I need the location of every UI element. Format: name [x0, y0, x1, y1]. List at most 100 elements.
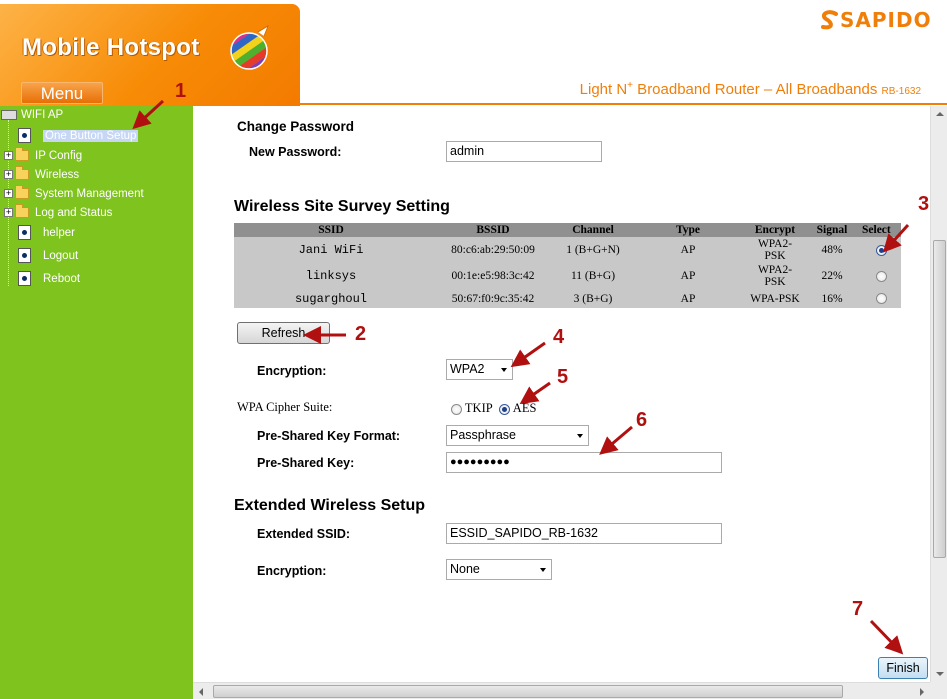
dropdown-arrow-icon — [501, 368, 507, 372]
sidebar-root-label: WIFI AP — [21, 109, 64, 121]
dropdown-arrow-icon — [577, 434, 583, 438]
extended-encryption-value: None — [450, 562, 480, 576]
tagline-main: Broadband Router – All Broadbands — [633, 81, 882, 98]
folder-icon — [15, 204, 29, 219]
computer-icon — [1, 109, 17, 120]
horizontal-scrollbar[interactable] — [193, 682, 930, 699]
scrollbar-corner — [930, 682, 947, 699]
new-password-input[interactable]: admin — [446, 141, 602, 162]
cell-select — [862, 263, 901, 289]
page-icon — [18, 225, 31, 241]
cell-channel: 1 (B+G+N) — [558, 237, 628, 263]
cell-type: AP — [628, 263, 748, 289]
survey-table: SSID BSSID Channel Type Encrypt Signal S… — [234, 223, 901, 308]
sidebar-item-label: Reboot — [43, 273, 81, 285]
sidebar-item-label: Logout — [43, 250, 79, 262]
sidebar-item-system-management[interactable]: + System Management — [4, 185, 144, 203]
cell-signal: 22% — [802, 263, 862, 289]
brand-title: Mobile Hotspot — [22, 34, 200, 61]
sapido-logo-text: SAPIDO — [840, 8, 932, 32]
cell-type: AP — [628, 289, 748, 308]
sidebar-root-wifi-ap[interactable]: WIFI AP — [1, 106, 63, 124]
sidebar-item-label: System Management — [35, 188, 144, 200]
vertical-scrollbar[interactable] — [930, 106, 947, 682]
col-signal: Signal — [802, 223, 862, 237]
tagline-model: RB-1632 — [881, 86, 921, 97]
annotation-2: 2 — [355, 323, 367, 345]
tagline: Light N+ Broadband Router – All Broadban… — [580, 80, 921, 98]
cell-channel: 11 (B+G) — [558, 263, 628, 289]
sidebar-nav: WIFI AP One Button Setup + IP Config + Wir… — [0, 106, 193, 699]
tree-connector — [8, 120, 9, 286]
psk-label: Pre-Shared Key: — [257, 456, 355, 470]
sidebar-item-log-and-status[interactable]: + Log and Status — [4, 204, 112, 222]
table-row: linksys 00:1e:e5:98:3c:42 11 (B+G) AP WP… — [234, 263, 901, 289]
folder-icon — [15, 185, 29, 200]
page-icon — [18, 248, 31, 264]
folder-icon — [15, 147, 29, 162]
col-type: Type — [628, 223, 748, 237]
survey-title: Wireless Site Survey Setting — [234, 198, 450, 215]
extended-ssid-label: Extended SSID: — [257, 527, 351, 541]
striped-ball-icon — [223, 25, 275, 77]
select-radio[interactable] — [876, 293, 887, 305]
cell-encrypt: WPA2-PSK — [748, 237, 802, 263]
col-channel: Channel — [558, 223, 628, 237]
vertical-scroll-thumb[interactable] — [933, 240, 946, 558]
cell-signal: 48% — [802, 237, 862, 263]
encryption-select[interactable]: WPA2 — [446, 359, 513, 380]
main-content: Change Password New Password: admin Wire… — [193, 106, 930, 682]
sidebar-item-label: helper — [43, 227, 75, 239]
extended-ssid-input[interactable]: ESSID_SAPIDO_RB-1632 — [446, 523, 722, 544]
scroll-right-icon[interactable] — [920, 688, 924, 696]
sidebar-item-logout[interactable]: Logout — [18, 247, 78, 265]
new-password-label: New Password: — [249, 145, 342, 159]
finish-button[interactable]: Finish — [878, 657, 928, 679]
page-icon — [18, 128, 31, 144]
cell-channel: 3 (B+G) — [558, 289, 628, 308]
psk-input[interactable]: ●●●●●●●●● — [446, 452, 722, 473]
folder-icon — [15, 166, 29, 181]
aes-radio[interactable] — [499, 403, 511, 415]
table-row: Jani WiFi 80:c6:ab:29:50:09 1 (B+G+N) AP… — [234, 237, 901, 263]
cipher-options: TKIP AES — [451, 401, 536, 416]
col-encrypt: Encrypt — [748, 223, 802, 237]
cell-select — [862, 237, 901, 263]
psk-format-select[interactable]: Passphrase — [446, 425, 589, 446]
cell-encrypt: WPA2-PSK — [748, 263, 802, 289]
select-radio[interactable] — [876, 244, 887, 256]
scroll-left-icon[interactable] — [199, 688, 203, 696]
change-password-title: Change Password — [237, 119, 355, 134]
extended-title: Extended Wireless Setup — [234, 497, 426, 514]
tkip-radio[interactable] — [451, 403, 462, 415]
annotation-3: 3 — [918, 193, 930, 215]
extended-encryption-select[interactable]: None — [446, 559, 552, 580]
refresh-button[interactable]: Refresh — [237, 322, 330, 344]
extended-encryption-label: Encryption: — [257, 564, 327, 578]
expand-plus-icon[interactable]: + — [4, 170, 13, 180]
expand-plus-icon[interactable]: + — [4, 189, 13, 199]
menu-button[interactable]: Menu — [21, 82, 103, 104]
sidebar-item-label: IP Config — [35, 150, 83, 162]
col-ssid: SSID — [234, 223, 428, 237]
expand-plus-icon[interactable]: + — [4, 151, 13, 161]
scroll-up-icon[interactable] — [936, 112, 944, 116]
select-radio[interactable] — [876, 270, 887, 282]
header-brand-panel: Mobile Hotspot Menu — [0, 4, 300, 107]
sidebar-item-ip-config[interactable]: + IP Config — [4, 147, 82, 165]
horizontal-scroll-thumb[interactable] — [213, 685, 843, 698]
cipher-suite-label: WPA Cipher Suite: — [237, 400, 333, 414]
cell-ssid: Jani WiFi — [234, 237, 428, 263]
cell-bssid: 00:1e:e5:98:3c:42 — [428, 263, 558, 289]
expand-plus-icon[interactable]: + — [4, 208, 13, 218]
annotation-5: 5 — [557, 366, 569, 388]
sidebar-item-wireless[interactable]: + Wireless — [4, 166, 79, 184]
sidebar-item-label: Log and Status — [35, 207, 113, 219]
sidebar-item-reboot[interactable]: Reboot — [18, 270, 80, 288]
cell-select — [862, 289, 901, 308]
sidebar-item-one-button-setup[interactable]: One Button Setup — [18, 127, 139, 145]
sidebar-item-helper[interactable]: helper — [18, 224, 75, 242]
scroll-down-icon[interactable] — [936, 672, 944, 676]
encryption-select-value: WPA2 — [450, 362, 485, 376]
col-bssid: BSSID — [428, 223, 558, 237]
